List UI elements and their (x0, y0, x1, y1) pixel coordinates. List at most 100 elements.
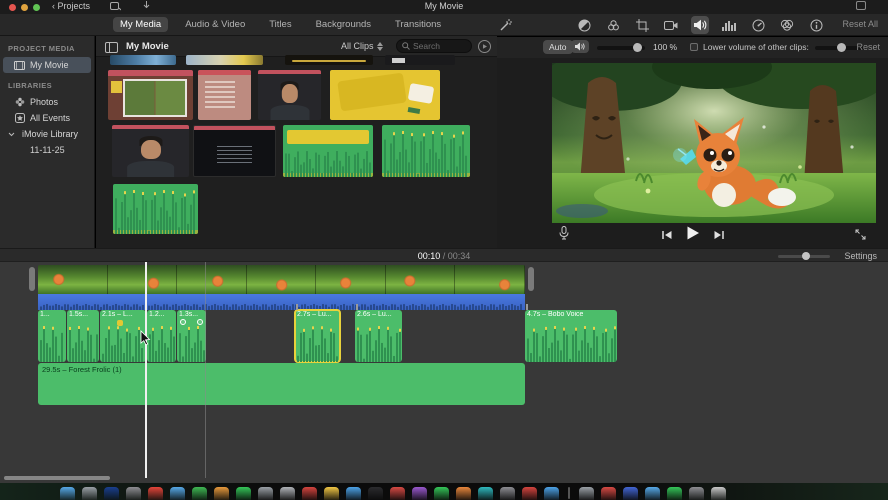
media-thumbnail-terminal[interactable] (193, 125, 276, 177)
dock-app-icon[interactable] (126, 487, 141, 500)
audio-clip[interactable]: 1.2... (147, 310, 176, 362)
tab-transitions[interactable]: Transitions (388, 17, 448, 32)
dock-app-icon[interactable] (667, 487, 682, 500)
media-thumbnail-audio[interactable] (113, 184, 198, 234)
auto-volume-button[interactable]: Auto (543, 40, 573, 54)
dock-app-icon[interactable] (522, 487, 537, 500)
timeline-zoom-knob[interactable] (802, 252, 810, 260)
dock-app-icon[interactable] (346, 487, 361, 500)
timeline-settings-button[interactable]: Settings (844, 251, 877, 261)
dock-app-icon[interactable] (689, 487, 704, 500)
volume-icon[interactable] (691, 16, 709, 34)
color-balance-icon[interactable] (575, 16, 593, 34)
dock-app-icon[interactable] (544, 487, 559, 500)
video-preview[interactable] (552, 63, 876, 223)
sidebar-item-11-11-25[interactable]: 11-11-25 (0, 142, 94, 158)
dock-app-icon[interactable] (258, 487, 273, 500)
horizontal-scrollbar[interactable] (4, 476, 110, 480)
volume-slider-knob[interactable] (633, 43, 642, 52)
chevron-down-icon[interactable] (6, 132, 17, 137)
dock-app-icon[interactable] (368, 487, 383, 500)
audio-clip[interactable]: 4.7s – Bobo Voice (525, 310, 617, 362)
tab-audio-video[interactable]: Audio & Video (178, 17, 252, 32)
audio-clip[interactable]: 2.7s – Lu... (294, 309, 341, 363)
timeline-zoom-slider[interactable] (778, 252, 830, 260)
dock-app-icon[interactable] (236, 487, 251, 500)
fade-in-handle[interactable] (180, 319, 186, 325)
noise-reduction-icon[interactable] (720, 16, 738, 34)
dock-app-icon[interactable] (214, 487, 229, 500)
playhead[interactable] (145, 262, 147, 478)
audio-clip[interactable]: 1.3s... (177, 310, 206, 362)
reset-volume-button[interactable]: Reset (856, 42, 880, 52)
dock-app-icon[interactable] (60, 487, 75, 500)
dock-app-icon[interactable] (601, 487, 616, 500)
lower-volume-checkbox[interactable] (690, 43, 698, 51)
media-thumbnail-webcam[interactable] (112, 125, 189, 177)
dock-app-icon[interactable] (324, 487, 339, 500)
dock-app-icon[interactable] (412, 487, 427, 500)
dock-app-icon[interactable] (434, 487, 449, 500)
dock-app-icon[interactable] (192, 487, 207, 500)
dock-app-icon[interactable] (711, 487, 726, 500)
speed-icon[interactable] (749, 16, 767, 34)
sidebar-item-imovie-library[interactable]: iMovie Library (0, 126, 94, 142)
video-clip-audio-strip[interactable] (38, 294, 525, 310)
dock-app-icon[interactable] (579, 487, 594, 500)
volume-slider[interactable] (597, 43, 645, 52)
dock-app-icon[interactable] (645, 487, 660, 500)
window-options-icon[interactable] (856, 1, 866, 12)
mute-speaker-button[interactable] (571, 40, 589, 53)
clip-filter-dropdown[interactable]: All Clips (341, 41, 383, 51)
media-thumbnail-audio[interactable] (382, 125, 470, 177)
search-input[interactable]: Search (396, 39, 472, 53)
dock-app-icon[interactable] (104, 487, 119, 500)
media-thumbnail-slide[interactable] (330, 70, 440, 120)
media-thumbnail-strip-bits[interactable] (385, 55, 455, 65)
tab-backgrounds[interactable]: Backgrounds (309, 17, 378, 32)
media-thumbnail-audio-yellow[interactable] (283, 125, 373, 177)
dock-app-icon[interactable] (148, 487, 163, 500)
dock-app-icon[interactable] (170, 487, 185, 500)
previous-frame-button[interactable] (661, 227, 672, 245)
clip-right-trim-handle[interactable] (528, 267, 534, 291)
media-thumbnail-strip-blue[interactable] (110, 55, 176, 65)
media-thumbnail-strip-gradient[interactable] (186, 55, 263, 65)
dock-app-icon[interactable] (82, 487, 97, 500)
enhance-magic-wand-icon[interactable] (500, 18, 513, 36)
audio-clip[interactable]: 1... (38, 310, 66, 362)
fade-out-handle[interactable] (197, 319, 203, 325)
dock-app-icon[interactable] (478, 487, 493, 500)
info-icon[interactable] (807, 16, 825, 34)
sidebar-item-my-movie[interactable]: My Movie (3, 57, 91, 73)
dock-app-icon[interactable] (302, 487, 317, 500)
tab-my-media[interactable]: My Media (113, 17, 169, 32)
color-correction-icon[interactable] (604, 16, 622, 34)
stabilization-icon[interactable] (662, 16, 680, 34)
reset-all-button[interactable]: Reset All (842, 19, 878, 29)
dock-app-icon[interactable] (456, 487, 471, 500)
play-button[interactable] (686, 226, 699, 245)
crop-icon[interactable] (633, 16, 651, 34)
fullscreen-icon[interactable] (855, 227, 866, 245)
next-frame-button[interactable] (713, 227, 724, 245)
media-thumbnail-collage[interactable] (108, 70, 193, 120)
lower-volume-knob[interactable] (837, 43, 846, 52)
clip-duration-button[interactable] (478, 40, 491, 53)
timeline[interactable]: 1... 1.5s... 2.1s – L... 1.2... 1.3s... 2.7s … (0, 262, 888, 483)
dock-app-icon[interactable] (280, 487, 295, 500)
media-thumbnail-document[interactable] (198, 70, 251, 120)
macos-dock[interactable] (60, 487, 726, 500)
audio-clip[interactable]: 1.5s... (67, 310, 99, 362)
tab-titles[interactable]: Titles (262, 17, 298, 32)
sidebar-item-photos[interactable]: Photos (0, 94, 94, 110)
media-thumbnail-webcam[interactable] (258, 70, 321, 120)
dock-app-icon[interactable] (623, 487, 638, 500)
clip-left-trim-handle[interactable] (29, 267, 35, 291)
voiceover-mic-icon[interactable] (559, 226, 569, 245)
dock-app-icon[interactable] (500, 487, 515, 500)
clip-filter-icon[interactable] (778, 16, 796, 34)
audio-clip[interactable]: 2.6s – Lu... (355, 310, 402, 362)
video-track-filmstrip[interactable] (38, 265, 525, 294)
media-thumbnail-strip-squiggle[interactable] (285, 55, 373, 65)
